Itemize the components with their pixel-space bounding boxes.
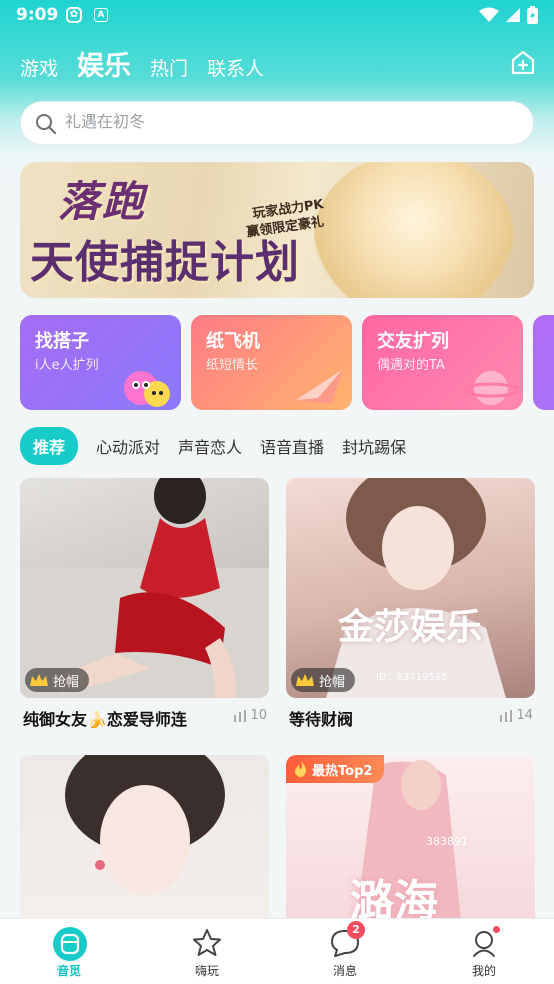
- nav-play[interactable]: 嗨玩: [167, 927, 247, 979]
- battery-icon: [527, 6, 538, 24]
- signal-bars-icon: [234, 709, 247, 722]
- signal-icon: [506, 8, 520, 22]
- room-cover-art: [20, 478, 269, 698]
- room-cover-image: 抢帽: [20, 478, 269, 698]
- cover-overlay-text: 潞海: [350, 876, 438, 920]
- card-title: 找搭子: [35, 331, 89, 352]
- tab-heart-party[interactable]: 心动派对: [96, 434, 160, 458]
- keyboard-indicator-icon: A: [94, 8, 108, 22]
- room-listener-count: 10: [234, 708, 267, 723]
- cover-overlay-id: ID：63719595: [376, 672, 448, 683]
- grab-hat-badge: 抢帽: [291, 668, 356, 692]
- tab-hot[interactable]: 热门: [150, 54, 188, 81]
- room-name: 等待财阀: [289, 710, 354, 729]
- search-input[interactable]: [65, 102, 505, 144]
- card-subtitle: i人e人扩列: [35, 358, 99, 373]
- badge-label: 抢帽: [319, 674, 346, 690]
- tab-seat-guarantee[interactable]: 封坑踢保: [342, 434, 406, 458]
- hot-badge-label: 最热Top2: [312, 763, 373, 779]
- room-listener-count: 14: [500, 708, 533, 723]
- tab-voice-lover[interactable]: 声音恋人: [178, 434, 242, 458]
- card-subtitle: 偶遇对的TA: [377, 358, 445, 373]
- nav-label: 嗨玩: [194, 964, 219, 978]
- discover-icon: [53, 927, 87, 961]
- room-card[interactable]: [20, 755, 269, 920]
- nav-label: 我的: [471, 964, 496, 978]
- tab-entertainment[interactable]: 娱乐: [77, 44, 131, 83]
- nav-messages[interactable]: 2 消息: [305, 921, 385, 979]
- bubble-mascot-icon: [124, 371, 170, 407]
- tab-voice-live[interactable]: 语音直播: [260, 434, 324, 458]
- room-cover-image: [20, 755, 269, 920]
- crown-icon: [296, 674, 314, 686]
- search-icon: [36, 114, 57, 135]
- cover-overlay-id: 383891: [426, 835, 468, 848]
- status-bar: 9:09 ✿ A: [0, 0, 554, 32]
- notification-app-icon: ✿: [66, 7, 82, 23]
- promo-banner[interactable]: 落跑 天使捕捉计划 玩家战力PK 赢领限定豪礼: [20, 162, 534, 298]
- room-cover-image: 潞海 383891 最热Top2: [286, 755, 535, 920]
- cover-overlay-text: 金莎娱乐: [338, 607, 483, 648]
- room-card[interactable]: 潞海 383891 最热Top2: [286, 755, 535, 920]
- unread-badge: 2: [347, 921, 365, 939]
- tab-contacts[interactable]: 联系人: [207, 54, 264, 81]
- banner-character-art: [314, 162, 514, 298]
- category-tab-bar: 推荐 心动派对 声音恋人 语音直播 封坑踢保: [20, 426, 424, 465]
- wifi-icon: [479, 7, 499, 22]
- planet-icon: [463, 371, 519, 405]
- room-cover-art: [65, 755, 225, 895]
- crown-icon: [30, 674, 48, 686]
- card-title: 交友扩列: [377, 331, 449, 352]
- room-card[interactable]: 抢帽 纯御女友🍌恋爱导师连 10: [20, 478, 269, 729]
- card-find-partner[interactable]: 找搭子 i人e人扩列: [20, 315, 181, 410]
- card-title: 纸飞机: [206, 331, 260, 352]
- card-make-friends[interactable]: 交友扩列 偶遇对的TA: [362, 315, 523, 410]
- hot-rank-badge: 最热Top2: [286, 755, 385, 783]
- profile-icon: [468, 926, 500, 959]
- create-room-icon[interactable]: [510, 50, 536, 76]
- nav-profile[interactable]: 我的: [444, 926, 524, 979]
- room-card[interactable]: 金莎娱乐 ID：63719595 抢帽 等待财阀 14: [286, 478, 535, 729]
- grab-hat-badge: 抢帽: [25, 668, 90, 692]
- nav-label: 消息: [332, 964, 357, 978]
- paper-plane-icon: [296, 370, 342, 404]
- room-cover-image: 金莎娱乐 ID：63719595 抢帽: [286, 478, 535, 698]
- badge-label: 抢帽: [53, 674, 80, 690]
- card-paper-plane[interactable]: 纸飞机 纸短情长: [191, 315, 352, 410]
- tab-recommend[interactable]: 推荐: [20, 426, 79, 465]
- nav-label: 音觅: [56, 964, 81, 978]
- room-cover-art: [326, 478, 506, 698]
- feature-card-row: 找搭子 i人e人扩列 纸飞机 纸短情长 交友扩列 偶遇对的TA: [20, 315, 554, 411]
- nav-discover[interactable]: 音觅: [29, 927, 109, 979]
- room-name: 纯御女友🍌恋爱导师连: [23, 710, 187, 729]
- card-partial[interactable]: [533, 315, 554, 410]
- search-bar[interactable]: [20, 101, 534, 145]
- count-value: 10: [250, 708, 267, 723]
- tab-games[interactable]: 游戏: [20, 54, 58, 81]
- star-icon: [191, 927, 223, 959]
- card-subtitle: 纸短情长: [206, 358, 259, 373]
- banner-title-line1: 落跑: [58, 177, 147, 226]
- status-time: 9:09: [16, 5, 59, 25]
- top-tab-bar: 游戏 娱乐 热门 联系人: [20, 44, 283, 83]
- notification-dot: [493, 926, 500, 933]
- chat-bubble-icon: 2: [329, 921, 365, 959]
- flame-icon: [295, 761, 307, 777]
- count-value: 14: [516, 708, 533, 723]
- signal-bars-icon: [500, 709, 513, 722]
- bottom-nav-bar: 音觅 嗨玩 2 消息 我的: [0, 918, 554, 984]
- status-indicators: [479, 6, 538, 24]
